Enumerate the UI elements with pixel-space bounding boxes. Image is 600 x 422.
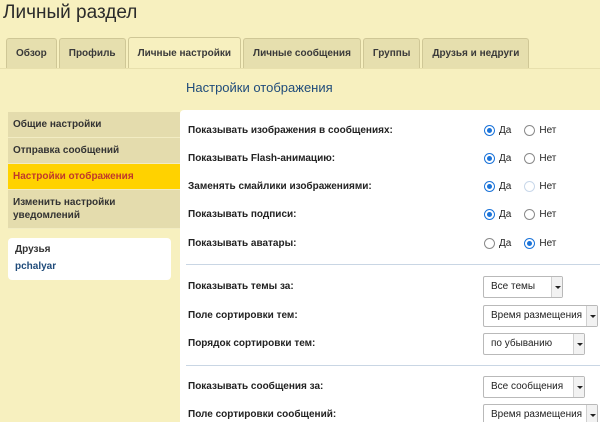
setting-row-images: Показывать изображения в сообщениях: Да … bbox=[188, 120, 592, 140]
setting-label: Показывать темы за: bbox=[188, 280, 294, 292]
friend-link[interactable]: pchalyar bbox=[15, 261, 164, 272]
radio-checked-icon bbox=[484, 208, 495, 220]
radio-yes[interactable]: Да bbox=[484, 124, 511, 136]
chevron-down-icon bbox=[551, 277, 562, 297]
setting-label: Показывать аватары: bbox=[188, 237, 297, 249]
radio-group: Да Нет bbox=[484, 180, 569, 192]
radio-unchecked-icon bbox=[484, 237, 495, 249]
radio-group: Да Нет bbox=[484, 237, 569, 249]
setting-label: Показывать изображения в сообщениях: bbox=[188, 124, 393, 136]
setting-row-flash: Показывать Flash-анимацию: Да Нет bbox=[188, 148, 592, 168]
settings-panel: Показывать изображения в сообщениях: Да … bbox=[180, 110, 600, 422]
radio-checked-icon bbox=[484, 152, 495, 164]
sidebar-item-notifications[interactable]: Изменить настройки уведомлений bbox=[8, 190, 180, 229]
radio-group: Да Нет bbox=[484, 152, 569, 164]
chevron-down-icon bbox=[573, 377, 584, 397]
chevron-down-icon bbox=[586, 306, 597, 326]
post-days-select[interactable]: Все сообщения bbox=[483, 376, 585, 398]
radio-checked-icon bbox=[484, 124, 495, 136]
radio-unchecked-icon bbox=[524, 208, 536, 220]
section-title: Настройки отображения bbox=[186, 80, 333, 95]
tab-friends-foes[interactable]: Друзья и недруги bbox=[422, 38, 530, 68]
sidebar-item-display[interactable]: Настройки отображения bbox=[8, 164, 180, 190]
radio-checked-icon bbox=[484, 180, 495, 192]
tab-divider bbox=[0, 68, 600, 69]
divider bbox=[186, 365, 600, 366]
radio-no[interactable]: Нет bbox=[524, 124, 556, 136]
radio-unchecked-icon bbox=[524, 124, 536, 136]
radio-unchecked-icon bbox=[524, 152, 536, 164]
topic-sort-dir-select[interactable]: по убыванию bbox=[483, 333, 585, 355]
radio-no[interactable]: Нет bbox=[524, 208, 556, 220]
radio-yes[interactable]: Да bbox=[484, 180, 511, 192]
tab-personal-settings[interactable]: Личные настройки bbox=[127, 37, 242, 69]
page-title: Личный раздел bbox=[3, 2, 138, 23]
radio-group: Да Нет bbox=[484, 208, 569, 220]
radio-unchecked-icon bbox=[524, 180, 536, 192]
radio-no[interactable]: Нет bbox=[524, 152, 556, 164]
sidebar: Общие настройки Отправка сообщений Настр… bbox=[8, 112, 180, 280]
setting-label: Показывать Flash-анимацию: bbox=[188, 152, 336, 164]
sidebar-item-posting[interactable]: Отправка сообщений bbox=[8, 138, 180, 164]
tab-profile[interactable]: Профиль bbox=[58, 38, 126, 68]
tab-bar: Обзор Профиль Личные настройки Личные со… bbox=[6, 37, 531, 69]
radio-yes[interactable]: Да bbox=[484, 237, 511, 249]
topic-sort-key-select[interactable]: Время размещения bbox=[483, 305, 598, 327]
setting-row-signatures: Показывать подписи: Да Нет bbox=[188, 204, 592, 224]
friends-box: Друзья pchalyar bbox=[8, 238, 171, 280]
post-sort-key-select[interactable]: Время размещения bbox=[483, 404, 598, 422]
friends-title: Друзья bbox=[15, 244, 51, 255]
radio-checked-icon bbox=[524, 237, 536, 249]
setting-row-smilies: Заменять смайлики изображениями: Да Нет bbox=[188, 176, 592, 196]
setting-label: Порядок сортировки тем: bbox=[188, 337, 316, 349]
radio-no[interactable]: Нет bbox=[524, 237, 556, 249]
setting-label: Показывать подписи: bbox=[188, 208, 297, 220]
radio-yes[interactable]: Да bbox=[484, 208, 511, 220]
setting-label: Поле сортировки тем: bbox=[188, 309, 298, 321]
sidebar-item-general[interactable]: Общие настройки bbox=[8, 112, 180, 138]
divider bbox=[186, 264, 600, 265]
radio-group: Да Нет bbox=[484, 124, 569, 136]
radio-yes[interactable]: Да bbox=[484, 152, 511, 164]
topic-days-select[interactable]: Все темы bbox=[483, 276, 563, 298]
tab-private-messages[interactable]: Личные сообщения bbox=[243, 38, 361, 68]
setting-label: Заменять смайлики изображениями: bbox=[188, 180, 372, 192]
setting-label: Поле сортировки сообщений: bbox=[188, 408, 337, 420]
radio-no[interactable]: Нет bbox=[524, 180, 556, 192]
chevron-down-icon bbox=[586, 405, 597, 422]
setting-label: Показывать сообщения за: bbox=[188, 380, 324, 392]
chevron-down-icon bbox=[573, 334, 584, 354]
tab-groups[interactable]: Группы bbox=[362, 38, 421, 68]
tab-overview[interactable]: Обзор bbox=[6, 38, 57, 68]
setting-row-avatars: Показывать аватары: Да Нет bbox=[188, 233, 592, 253]
